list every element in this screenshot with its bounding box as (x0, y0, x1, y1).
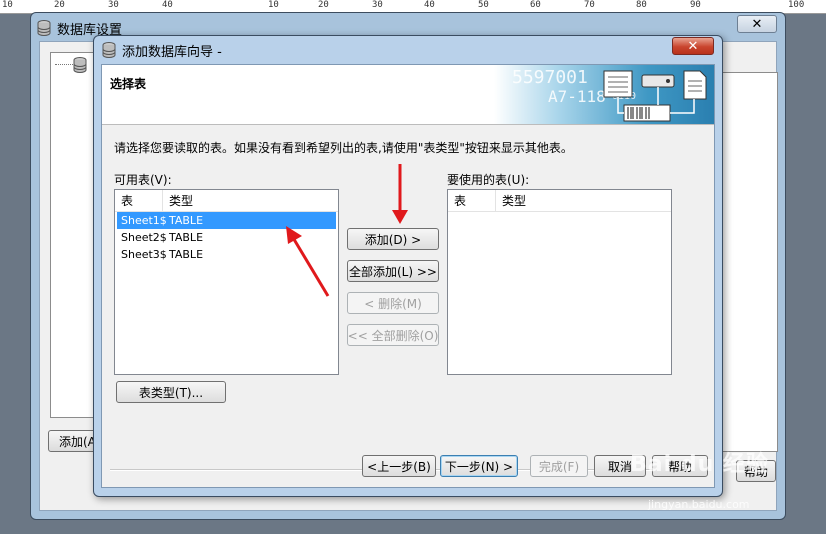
database-icon (102, 42, 116, 58)
column-header-type[interactable]: 类型 (163, 190, 193, 212)
wizard-title: 添加数据库向导 - (122, 44, 222, 60)
available-list-header: 表 类型 (115, 189, 338, 212)
annotation-arrow-diagonal (286, 226, 330, 297)
annotation-arrow-down (392, 164, 408, 224)
ruler-label: 70 (584, 0, 595, 10)
ruler-label: 60 (530, 0, 541, 10)
watermark-url: jingyan.baidu.com (648, 498, 750, 511)
remove-table-button[interactable]: < 删除(M) (347, 292, 439, 314)
table-row-type: TABLE (169, 214, 204, 227)
table-row-type: TABLE (169, 231, 204, 244)
database-icon (37, 20, 51, 36)
wizard-header: 选择表 5597001 A7-118 0110 (102, 65, 714, 125)
available-tables-label: 可用表(V): (114, 173, 172, 187)
ruler-label: 10 (2, 0, 13, 10)
wizard-client: 选择表 5597001 A7-118 0110 (101, 64, 715, 488)
ruler-label: 40 (424, 0, 435, 10)
add-database-wizard: 添加数据库向导 - ✕ 选择表 5597001 A7-118 0110 (93, 35, 723, 497)
ruler-label: 10 (268, 0, 279, 10)
wizard-close-button[interactable]: ✕ (672, 37, 714, 55)
tree-connector (55, 64, 73, 65)
ruler-label: 30 (108, 0, 119, 10)
ruler-label: 40 (162, 0, 173, 10)
ruler-label: 50 (478, 0, 489, 10)
used-list-header: 表 类型 (448, 189, 671, 212)
back-button[interactable]: <上一步(B) (362, 455, 436, 477)
used-tables-label: 要使用的表(U): (447, 173, 530, 187)
used-tables-list[interactable]: 表 类型 (447, 189, 672, 375)
ruler-label: 30 (372, 0, 383, 10)
close-icon: ✕ (751, 16, 763, 32)
outer-right-panel (720, 72, 778, 452)
database-icon (73, 57, 87, 73)
banner-text: A7-118 (548, 87, 606, 106)
table-row-name: Sheet2$ (121, 231, 167, 244)
table-row-name: Sheet3$ (121, 248, 167, 261)
add-all-tables-button[interactable]: 全部添加(L) >> (347, 260, 439, 282)
banner-text: 5597001 (512, 67, 588, 88)
wizard-banner-graphic: 5597001 A7-118 0110 (494, 65, 714, 124)
add-table-button[interactable]: 添加(D) > (347, 228, 439, 250)
data-flow-icon (603, 70, 707, 122)
watermark-logo: Bai du 经验 (630, 452, 769, 477)
wizard-title-bar: 添加数据库向导 - (102, 40, 222, 60)
ruler-label: 80 (636, 0, 647, 10)
ruler-label: 20 (54, 0, 65, 10)
ruler-label: 20 (318, 0, 329, 10)
wizard-step-title: 选择表 (110, 77, 147, 91)
database-tree[interactable] (50, 52, 98, 418)
close-icon: ✕ (687, 38, 699, 54)
table-row-name: Sheet1$ (121, 214, 167, 227)
ruler-label: 90 (690, 0, 701, 10)
instruction-text: 请选择您要读取的表。如果没有看到希望列出的表,请使用"表类型"按钮来显示其他表。 (114, 141, 573, 155)
finish-button[interactable]: 完成(F) (530, 455, 588, 477)
column-header-table[interactable]: 表 (115, 189, 163, 212)
column-header-type[interactable]: 类型 (496, 190, 526, 212)
ruler-label: 100 (788, 0, 805, 10)
remove-all-tables-button[interactable]: << 全部删除(O) (347, 324, 439, 346)
table-row-type: TABLE (169, 248, 204, 261)
next-button[interactable]: 下一步(N) > (440, 455, 518, 477)
outer-close-button[interactable]: ✕ (737, 15, 777, 33)
table-types-button[interactable]: 表类型(T)... (116, 381, 226, 403)
column-header-table[interactable]: 表 (448, 189, 496, 212)
